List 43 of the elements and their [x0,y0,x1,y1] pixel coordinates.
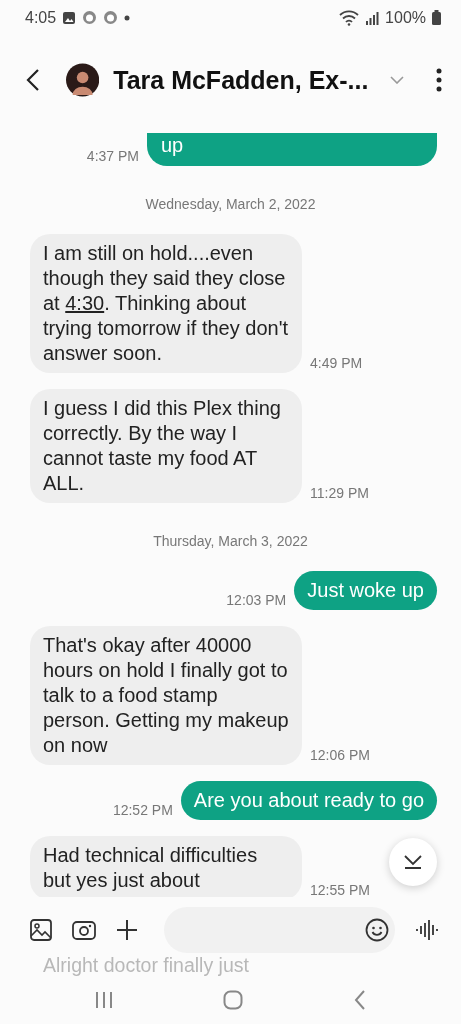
date-link[interactable]: 4:30 [65,292,105,314]
message-time: 12:03 PM [226,592,287,610]
gallery-icon [62,10,77,25]
wifi-icon [339,9,360,26]
received-message: I am still on hold....even though they said they close at 4:30. Thinking about trying tomorrow if they don't answer soon. [30,234,302,373]
message-time: 4:49 PM [310,355,363,373]
sent-message: Are you about ready to go [180,781,437,820]
message-time: 12:55 PM [310,882,370,897]
received-message: That's okay after 40000 hours on hold I finally got to talk to a food stamp person. Getting my makeup on now [30,626,302,765]
contact-avatar[interactable] [66,60,100,100]
scroll-down-button[interactable] [389,838,437,886]
faded-message-text: Alright doctor finally just [43,953,249,977]
message-time: 11:29 PM [310,485,369,503]
signal-icon [365,10,380,25]
battery-icon [432,10,441,25]
battery-level: 100% [385,8,426,27]
more-options-icon [435,68,442,92]
date-separator: Thursday, March 3, 2022 [152,532,309,551]
dot-icon [124,14,131,21]
emoji-icon[interactable] [365,918,389,942]
gallery-button[interactable] [30,919,52,941]
scroll-down-icon [403,854,423,870]
add-button[interactable] [116,919,138,941]
recent-apps-button[interactable] [95,990,114,1009]
sent-message: Just woke up [294,571,437,610]
contact-name[interactable]: Tara McFadden, Ex-... [113,65,369,95]
home-button[interactable] [223,989,244,1010]
message-time: 12:06 PM [310,747,370,765]
date-separator: Wednesday, March 2, 2022 [144,195,317,214]
sent-message: up [147,133,437,166]
notification-icon [103,10,119,25]
status-time: 4:05 [25,8,57,27]
expand-button[interactable] [390,76,405,84]
received-message: Had technical difficulties but yes just about [30,836,302,897]
voice-button[interactable] [415,919,439,941]
received-message: I guess I did this Plex thing correctly. By the way I cannot taste my food AT ALL. [30,389,302,503]
notification-icon [82,10,98,25]
message-time: 12:52 PM [112,802,173,820]
back-nav-button[interactable] [353,989,366,1010]
back-button[interactable] [26,68,40,92]
camera-button[interactable] [72,920,96,940]
message-time: 4:37 PM [86,148,139,166]
message-input-field[interactable] [164,907,395,953]
